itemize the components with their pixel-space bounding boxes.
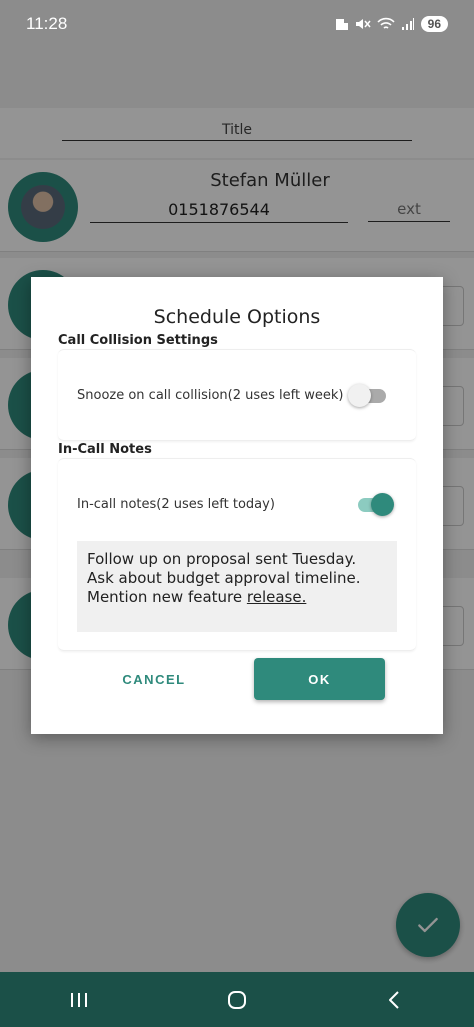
building-icon [335, 19, 348, 30]
ok-button[interactable]: OK [254, 658, 385, 700]
wifi-icon [377, 17, 395, 29]
in-call-notes-header: In-Call Notes [58, 442, 152, 457]
home-icon[interactable] [226, 989, 248, 1011]
call-collision-header: Call Collision Settings [58, 333, 218, 348]
notes-text-underlined: release. [246, 588, 307, 606]
back-icon[interactable] [384, 989, 406, 1011]
notes-toggle[interactable] [354, 493, 394, 516]
recent-apps-icon[interactable] [68, 990, 90, 1010]
notes-label: In-call notes(2 uses left today) [77, 497, 275, 512]
notes-textarea[interactable]: Follow up on proposal sent Tuesday. Ask … [77, 541, 397, 632]
mute-icon [355, 19, 371, 29]
status-icons: 96 [335, 16, 448, 32]
notes-toggle-thumb [371, 493, 394, 516]
battery-indicator: 96 [420, 16, 448, 32]
snooze-toggle-thumb [348, 384, 371, 407]
snooze-toggle[interactable] [348, 384, 388, 407]
schedule-options-dialog: Schedule Options Call Collision Settings… [31, 277, 443, 734]
navigation-bar [0, 972, 474, 1027]
status-bar: 11:28 96 [0, 0, 474, 48]
signal-icon [401, 18, 414, 30]
notes-text: Follow up on proposal sent Tuesday. Ask … [87, 550, 361, 606]
cancel-button[interactable]: CANCEL [91, 658, 217, 700]
status-time: 11:28 [26, 14, 68, 33]
snooze-label: Snooze on call collision(2 uses left wee… [77, 388, 344, 403]
dialog-title: Schedule Options [153, 306, 321, 328]
